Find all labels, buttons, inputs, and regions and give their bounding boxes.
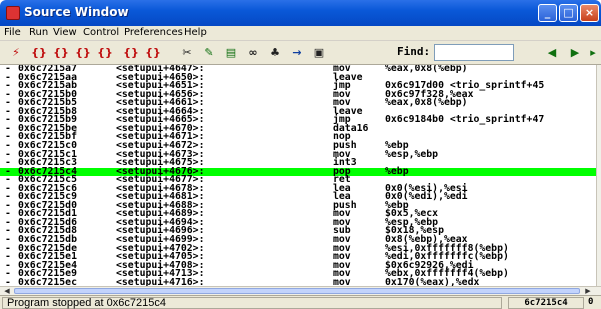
app-icon: [6, 6, 20, 20]
code-row[interactable]: -0x6c7215d8 <setupui+4696>: sub $0x18,%esp: [0, 226, 596, 236]
registers-icon[interactable]: ▣: [309, 44, 329, 62]
menu-file[interactable]: File: [4, 27, 21, 38]
find-prev-icon[interactable]: ◀: [542, 44, 562, 62]
code-row[interactable]: -0x6c7215b0 <setupui+4656>: mov 0x6c97f328,…: [0, 89, 596, 100]
maximize-button[interactable]: □: [559, 4, 578, 22]
up-stack-icon[interactable]: ✂: [177, 44, 197, 62]
current-line-row[interactable]: -0x6c7215c4 <setupui+4676>: pop %ebp: [0, 165, 596, 177]
code-row[interactable]: -0x6c7215b9 <setupui+4665>: jmp 0x6c9184b0 …: [0, 114, 596, 126]
menu-preferences[interactable]: Preferences: [124, 27, 183, 38]
operands: %esp,%ebp: [385, 148, 439, 160]
status-message: Program stopped at 0x6c7215c4: [2, 297, 502, 309]
code-row[interactable]: -0x6c7215c6 <setupui+4678>: lea 0x0(%esi),%…: [0, 184, 596, 194]
instruction-address: 0x6c7215ec: [18, 276, 77, 286]
menu-view[interactable]: View: [53, 27, 77, 38]
source-window: Source Window _ □ × File Run View Contro…: [0, 0, 601, 309]
code-row[interactable]: -0x6c7215e1 <setupui+4705>: mov %edi,0xffff…: [0, 252, 596, 262]
title-bar[interactable]: Source Window _ □ ×: [0, 0, 601, 26]
line-marker: -: [5, 276, 11, 286]
code-row[interactable]: -0x6c7215bf <setupui+4671>: nop: [0, 132, 596, 142]
window-title: Source Window: [24, 5, 129, 19]
menu-control[interactable]: Control: [83, 27, 119, 38]
symbol-offset: <setupui+4716>:: [116, 276, 205, 286]
code-row[interactable]: -0x6c7215e9 <setupui+4713>: mov %ebx,0xffff…: [0, 269, 596, 279]
find-next-icon[interactable]: ▶: [565, 44, 585, 62]
continue-icon[interactable]: {}: [95, 44, 115, 62]
operands: %ebp: [385, 165, 409, 177]
code-row[interactable]: -0x6c7215c5 <setupui+4677>: ret: [0, 175, 596, 185]
menu-bar: File Run View Control Preferences Help: [0, 26, 601, 41]
operands: %eax,0x8(%ebp): [385, 97, 468, 109]
run-icon[interactable]: ⚡: [6, 44, 26, 62]
locals-icon[interactable]: ♣: [265, 44, 285, 62]
next-icon[interactable]: {}: [51, 44, 71, 62]
operands: 0x6c9184b0 <trio_sprintf+47: [385, 114, 545, 126]
horizontal-scrollbar[interactable]: ◀ ▶: [0, 286, 601, 295]
operands: %eax,0x8(%ebp): [385, 65, 468, 74]
nexti-icon[interactable]: {}: [143, 44, 163, 62]
find-label: Find:: [397, 45, 431, 58]
down-stack-icon[interactable]: ✎: [199, 44, 219, 62]
scroll-left-icon[interactable]: ◀: [2, 287, 12, 295]
minimize-button[interactable]: _: [538, 4, 557, 22]
scroll-thumb[interactable]: [14, 288, 580, 294]
finish-icon[interactable]: {}: [73, 44, 93, 62]
code-row[interactable]: -0x6c7215c3 <setupui+4675>: int3: [0, 158, 596, 168]
find-input[interactable]: [434, 44, 514, 61]
stepi-icon[interactable]: {}: [121, 44, 141, 62]
vertical-scrollbar[interactable]: [596, 65, 601, 286]
mnemonic: mov: [333, 276, 351, 286]
code-row[interactable]: -0x6c7215c1 <setupui+4673>: mov %esp,%ebp: [0, 148, 596, 160]
status-bar: Program stopped at 0x6c7215c4 6c7215c4 0: [0, 295, 601, 309]
source-code-area[interactable]: -0x6c7215a7 <setupui+4647>: mov %eax,0x8(%e…: [0, 65, 596, 286]
status-extra: 0: [588, 297, 594, 307]
menu-help[interactable]: Help: [184, 27, 207, 38]
code-row[interactable]: -0x6c7215d6 <setupui+4694>: mov %esp,%ebp: [0, 218, 596, 228]
code-row[interactable]: -0x6c7215c9 <setupui+4681>: lea 0x0(%edi),%…: [0, 192, 596, 202]
breakpoints-icon[interactable]: →: [287, 44, 307, 62]
watch-icon[interactable]: ∞: [243, 44, 263, 62]
menu-run[interactable]: Run: [29, 27, 48, 38]
bottom-stack-icon[interactable]: ▤: [221, 44, 241, 62]
code-row[interactable]: -0x6c7215a7 <setupui+4647>: mov %eax,0x8(%e…: [0, 65, 596, 74]
memory-icon[interactable]: ▸: [586, 44, 600, 62]
operands: 0x170(%eax),%edx: [385, 276, 480, 286]
close-button[interactable]: ×: [580, 4, 599, 22]
code-row[interactable]: -0x6c7215ab <setupui+4651>: jmp 0x6c917d00 …: [0, 81, 596, 91]
status-address: 6c7215c4: [508, 297, 584, 309]
code-row[interactable]: -0x6c7215b5 <setupui+4661>: mov %eax,0x8(%e…: [0, 97, 596, 109]
code-row[interactable]: -0x6c7215d1 <setupui+4689>: mov $0x5,%ecx: [0, 209, 596, 219]
toolbar: ⚡ {} {} {} {} {} {} ✂ ✎ ▤ ∞ ♣ → ▣ Find: …: [0, 41, 601, 65]
step-icon[interactable]: {}: [29, 44, 49, 62]
code-row[interactable]: -0x6c7215ec <setupui+4716>: mov 0x170(%eax)…: [0, 276, 596, 286]
code-row[interactable]: -0x6c7215be <setupui+4670>: data16: [0, 124, 596, 134]
code-row[interactable]: -0x6c7215c0 <setupui+4672>: push %ebp: [0, 141, 596, 151]
scroll-right-icon[interactable]: ▶: [583, 287, 593, 295]
code-row[interactable]: -0x6c7215d0 <setupui+4688>: push %ebp: [0, 201, 596, 211]
